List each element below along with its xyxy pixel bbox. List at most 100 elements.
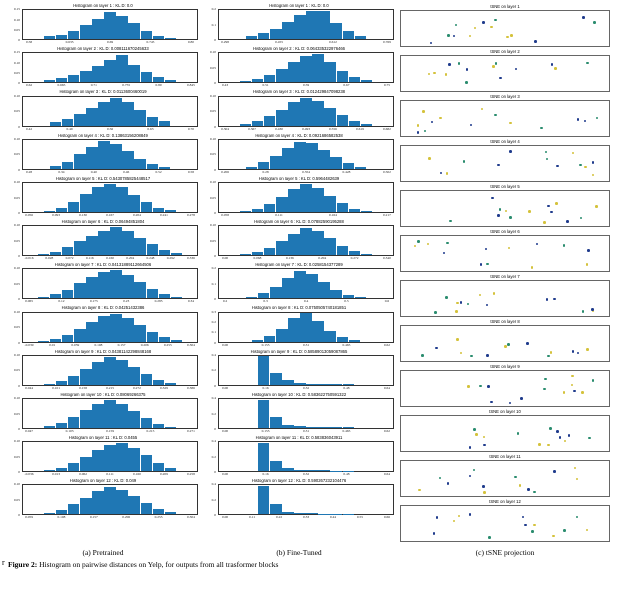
hist-title: Histogram on layer 11 : KL D: 0.0455 <box>8 436 198 440</box>
tsne-plot <box>400 10 610 47</box>
tsne-point <box>554 67 557 70</box>
bar <box>44 470 56 471</box>
bar <box>68 202 80 212</box>
finetuned-panel-1: Histogram on layer 1 : KL D: 0.00.20.100… <box>204 4 394 47</box>
tsne-point <box>546 298 549 301</box>
xticks: 0.0470.1030.1590.2150.271 <box>22 429 198 436</box>
bar <box>264 75 276 82</box>
ytick: 0 <box>18 470 20 474</box>
tsne-point <box>491 197 494 200</box>
finetuned-panel-6: Histogram on layer 6 : KL D: 0.078825901… <box>204 220 394 263</box>
bar <box>264 116 276 125</box>
bar <box>300 184 312 212</box>
hist-area: 0.20.10 <box>204 268 394 299</box>
bar <box>74 114 86 126</box>
tsne-point <box>488 536 491 539</box>
bar <box>159 294 171 298</box>
tsne-point <box>572 152 575 155</box>
xticks: 0.2060.280.3540.4280.502 <box>218 170 394 177</box>
bar <box>110 144 122 169</box>
tsne-title: tSNE on layer 7 <box>400 274 610 279</box>
bar <box>153 424 165 428</box>
bar <box>252 340 264 341</box>
bar <box>258 293 270 298</box>
ytick: 0.05 <box>14 109 20 113</box>
xtick: 0.206 <box>122 515 130 519</box>
tsne-point <box>494 114 497 117</box>
ytick: 0 <box>18 211 20 215</box>
yticks: 0.150.100.050 <box>8 52 22 83</box>
ytick: 0 <box>18 38 20 42</box>
hist-plot <box>22 484 198 515</box>
bar <box>270 461 282 471</box>
bar <box>153 509 165 514</box>
hist-plot <box>218 268 394 299</box>
tsne-point <box>439 117 442 120</box>
tsne-point <box>449 220 452 223</box>
tsne-point <box>576 516 579 519</box>
bars <box>23 10 197 39</box>
hist-area: 0.100.050 <box>204 96 394 127</box>
xtick: 0.056 <box>25 213 33 217</box>
tsne-point <box>586 529 589 532</box>
bar <box>98 272 110 299</box>
xtick: 0.00 <box>222 429 228 433</box>
bar <box>86 236 98 256</box>
ytick: 0.2 <box>212 368 216 372</box>
bar <box>288 189 300 212</box>
tsne-point <box>469 35 472 38</box>
hist-plot <box>218 312 394 343</box>
xtick: 0.336 <box>187 256 195 260</box>
bar <box>306 384 318 385</box>
yticks: 0.40.20 <box>204 484 218 515</box>
bar <box>306 11 318 39</box>
tsne-point <box>549 427 552 430</box>
tsne-point <box>465 81 468 84</box>
bar <box>270 287 282 299</box>
tsne-point <box>584 120 587 123</box>
hist-area: 0.100.050 <box>8 398 198 429</box>
bar <box>68 376 80 385</box>
tsne-point <box>533 524 536 527</box>
ytick: 0 <box>214 341 216 345</box>
ytick: 0.05 <box>14 196 20 200</box>
ytick: 0.10 <box>14 310 20 314</box>
xtick: 0.556 <box>329 127 337 131</box>
bar <box>349 121 361 125</box>
bar <box>147 244 159 255</box>
bar <box>56 208 68 212</box>
tsne-point <box>563 529 566 532</box>
hist-plot <box>22 225 198 256</box>
hist-plot <box>218 484 394 515</box>
hist-area: 0.100.050 <box>8 96 198 127</box>
bar <box>343 31 355 39</box>
hist-area: 0.100.050 <box>204 225 394 256</box>
xtick: 0.215 <box>106 386 114 390</box>
tsne-point <box>473 428 476 431</box>
bars <box>23 356 197 385</box>
hist-title: Histogram on layer 6 : KL D: 0.064948518… <box>8 220 198 224</box>
tsne-title: tSNE on layer 12 <box>400 499 610 504</box>
xtick: 0.255 <box>164 343 172 347</box>
tsne-point <box>507 343 510 346</box>
hist-area: 0.30.20.10 <box>204 312 394 343</box>
xtick: 0.204 <box>126 256 134 260</box>
bar <box>306 427 318 428</box>
ytick: 0 <box>214 211 216 215</box>
hist-plot <box>218 398 394 429</box>
tsne-point <box>519 484 522 487</box>
bars <box>219 53 393 82</box>
bar <box>50 252 62 255</box>
xtick: 0.108 <box>57 515 65 519</box>
hist-plot <box>22 139 198 170</box>
figure-caption: Figure 2: Histogram on pairwise distance… <box>8 560 632 569</box>
finetuned-panel-12: Histogram on layer 12 : KL D: 0.59026723… <box>204 479 394 522</box>
tsne-plot <box>400 505 610 542</box>
hist-area: 0.150.100.050 <box>8 52 198 83</box>
xtick: 0.4 <box>304 299 308 303</box>
hist-area: 0.100.050 <box>8 225 198 256</box>
bar <box>300 56 312 83</box>
bar <box>300 98 312 126</box>
yticks: 0.100.050 <box>8 182 22 213</box>
bar <box>147 164 159 169</box>
